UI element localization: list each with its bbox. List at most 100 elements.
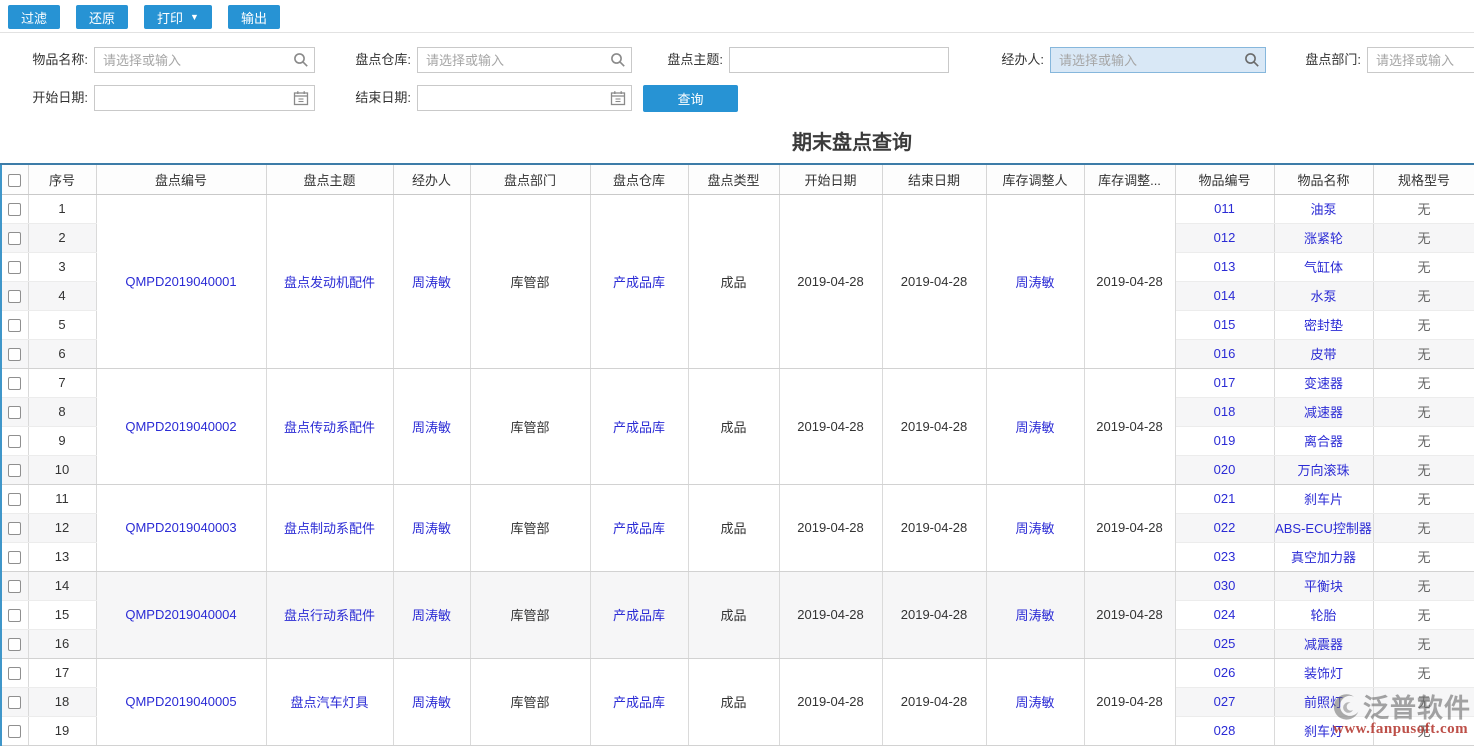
row-checkbox[interactable]: [8, 464, 21, 477]
item-name-link[interactable]: 万向滚珠: [1274, 455, 1373, 484]
search-icon[interactable]: [293, 52, 309, 68]
row-checkbox[interactable]: [8, 377, 21, 390]
item-code-link[interactable]: 027: [1175, 687, 1274, 716]
export-button[interactable]: 输出: [228, 5, 280, 29]
item-name-link[interactable]: 变速器: [1274, 368, 1373, 397]
row-checkbox[interactable]: [8, 348, 21, 361]
stock-adjuster-link[interactable]: 周涛敏: [986, 658, 1084, 745]
item-name-link[interactable]: 平衡块: [1274, 571, 1373, 600]
row-checkbox[interactable]: [8, 638, 21, 651]
item-name-link[interactable]: 皮带: [1274, 339, 1373, 368]
warehouse-link[interactable]: 产成品库: [590, 484, 688, 571]
item-code-link[interactable]: 026: [1175, 658, 1274, 687]
item-code-link[interactable]: 011: [1175, 194, 1274, 223]
item-name-link[interactable]: 装饰灯: [1274, 658, 1373, 687]
item-name-link[interactable]: 涨紧轮: [1274, 223, 1373, 252]
row-checkbox[interactable]: [8, 435, 21, 448]
warehouse-link[interactable]: 产成品库: [590, 571, 688, 658]
item-code-link[interactable]: 030: [1175, 571, 1274, 600]
row-checkbox[interactable]: [8, 609, 21, 622]
item-code-link[interactable]: 024: [1175, 600, 1274, 629]
item-code-link[interactable]: 017: [1175, 368, 1274, 397]
search-button[interactable]: 查询: [643, 85, 738, 112]
item-code-link[interactable]: 025: [1175, 629, 1274, 658]
handler-link[interactable]: 周涛敏: [393, 368, 470, 484]
restore-button[interactable]: 还原: [76, 5, 128, 29]
stock-adjuster-link[interactable]: 周涛敏: [986, 368, 1084, 484]
item-code-link[interactable]: 015: [1175, 310, 1274, 339]
handler-link[interactable]: 周涛敏: [393, 484, 470, 571]
item-name-link[interactable]: 减速器: [1274, 397, 1373, 426]
count-code-link[interactable]: QMPD2019040003: [96, 484, 266, 571]
filter-button[interactable]: 过滤: [8, 5, 60, 29]
row-checkbox[interactable]: [8, 696, 21, 709]
count-code-link[interactable]: QMPD2019040001: [96, 194, 266, 368]
item-name-link[interactable]: 密封垫: [1274, 310, 1373, 339]
item-name-link[interactable]: 刹车灯: [1274, 716, 1373, 745]
search-icon[interactable]: [1244, 52, 1260, 68]
item-code-link[interactable]: 012: [1175, 223, 1274, 252]
search-icon[interactable]: [610, 52, 626, 68]
row-checkbox[interactable]: [8, 203, 21, 216]
item-code-link[interactable]: 019: [1175, 426, 1274, 455]
handler-link[interactable]: 周涛敏: [393, 571, 470, 658]
row-checkbox[interactable]: [8, 319, 21, 332]
item-name-link[interactable]: 油泵: [1274, 194, 1373, 223]
warehouse-link[interactable]: 产成品库: [590, 368, 688, 484]
select-all-checkbox[interactable]: [8, 174, 21, 187]
row-checkbox[interactable]: [8, 667, 21, 680]
end-date-input[interactable]: [417, 85, 632, 111]
item-name-link[interactable]: 轮胎: [1274, 600, 1373, 629]
start-date-input[interactable]: [94, 85, 315, 111]
item-name-input[interactable]: [94, 47, 315, 73]
handler-link[interactable]: 周涛敏: [393, 194, 470, 368]
item-code-link[interactable]: 021: [1175, 484, 1274, 513]
item-name-link[interactable]: 气缸体: [1274, 252, 1373, 281]
department-input[interactable]: [1367, 47, 1474, 73]
count-subject-link[interactable]: 盘点行动系配件: [266, 571, 393, 658]
count-subject-link[interactable]: 盘点制动系配件: [266, 484, 393, 571]
item-name-link[interactable]: 减震器: [1274, 629, 1373, 658]
count-subject-link[interactable]: 盘点传动系配件: [266, 368, 393, 484]
item-name-link[interactable]: 前照灯: [1274, 687, 1373, 716]
item-code-link[interactable]: 022: [1175, 513, 1274, 542]
handler-link[interactable]: 周涛敏: [393, 658, 470, 745]
item-code-link[interactable]: 028: [1175, 716, 1274, 745]
handler-input[interactable]: [1050, 47, 1266, 73]
row-checkbox[interactable]: [8, 725, 21, 738]
row-checkbox[interactable]: [8, 580, 21, 593]
count-subject-link[interactable]: 盘点发动机配件: [266, 194, 393, 368]
count-code-link[interactable]: QMPD2019040004: [96, 571, 266, 658]
row-checkbox[interactable]: [8, 406, 21, 419]
row-checkbox[interactable]: [8, 493, 21, 506]
warehouse-link[interactable]: 产成品库: [590, 658, 688, 745]
item-name-link[interactable]: 离合器: [1274, 426, 1373, 455]
stock-adjuster-link[interactable]: 周涛敏: [986, 571, 1084, 658]
item-code-link[interactable]: 016: [1175, 339, 1274, 368]
row-checkbox[interactable]: [8, 522, 21, 535]
calendar-icon[interactable]: [610, 90, 626, 106]
item-code-link[interactable]: 014: [1175, 281, 1274, 310]
row-checkbox[interactable]: [8, 261, 21, 274]
subject-input[interactable]: [729, 47, 949, 73]
stock-adjuster-link[interactable]: 周涛敏: [986, 194, 1084, 368]
count-code-link[interactable]: QMPD2019040005: [96, 658, 266, 745]
calendar-icon[interactable]: [293, 90, 309, 106]
item-code-link[interactable]: 020: [1175, 455, 1274, 484]
item-code-link[interactable]: 018: [1175, 397, 1274, 426]
item-name-link[interactable]: 真空加力器: [1274, 542, 1373, 571]
print-button[interactable]: 打印▼: [144, 5, 212, 29]
item-name-link[interactable]: 刹车片: [1274, 484, 1373, 513]
item-name-link[interactable]: ABS-ECU控制器: [1274, 513, 1373, 542]
item-code-link[interactable]: 013: [1175, 252, 1274, 281]
count-subject-link[interactable]: 盘点汽车灯具: [266, 658, 393, 745]
item-code-link[interactable]: 023: [1175, 542, 1274, 571]
stock-adjuster-link[interactable]: 周涛敏: [986, 484, 1084, 571]
item-name-link[interactable]: 水泵: [1274, 281, 1373, 310]
warehouse-input[interactable]: [417, 47, 632, 73]
row-checkbox[interactable]: [8, 232, 21, 245]
warehouse-link[interactable]: 产成品库: [590, 194, 688, 368]
count-code-link[interactable]: QMPD2019040002: [96, 368, 266, 484]
row-checkbox[interactable]: [8, 551, 21, 564]
row-checkbox[interactable]: [8, 290, 21, 303]
